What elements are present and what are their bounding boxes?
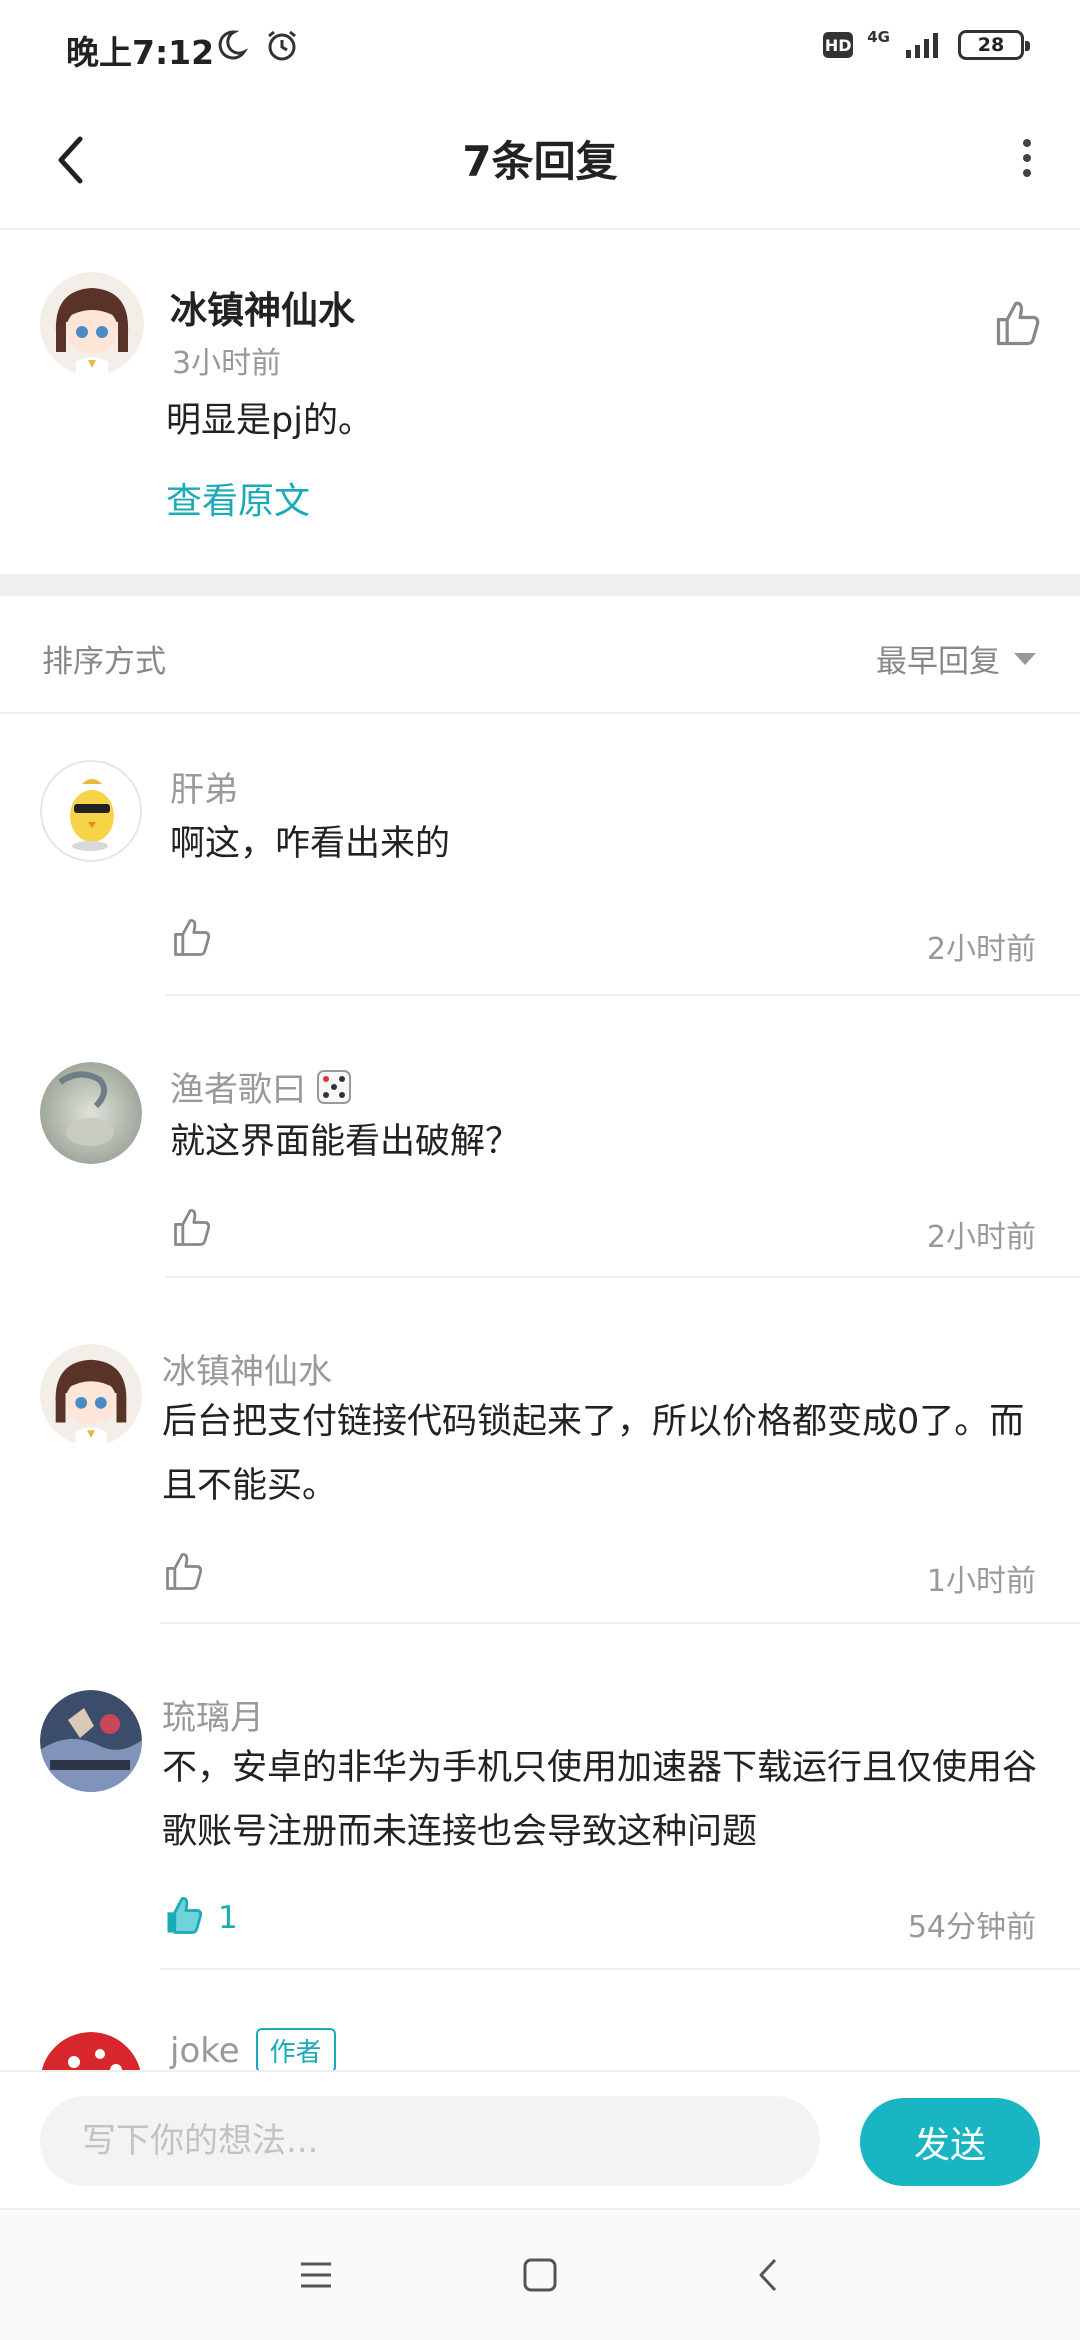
reply-time: 54分钟前	[907, 1910, 1036, 1945]
menu-nav-button[interactable]	[286, 2250, 346, 2300]
like-button[interactable]	[170, 916, 214, 960]
thumbs-up-icon	[996, 301, 1040, 346]
home-nav-button[interactable]	[510, 2250, 570, 2300]
reply-author-name[interactable]: 冰镇神仙水	[162, 1344, 332, 1393]
like-button[interactable]	[162, 1550, 206, 1594]
reply-item: 肝弟 啊这，咋看出来的 2小时前	[0, 714, 1080, 996]
reply-author-name[interactable]: 琉璃月	[162, 1690, 264, 1739]
anime-scene-avatar-icon	[40, 1690, 142, 1792]
reply-text: 后台把支付链接代码锁起来了，所以价格都变成0了。而且不能买。	[162, 1402, 1025, 1506]
hd-badge: HD	[823, 32, 854, 58]
like-button[interactable]	[170, 1206, 214, 1250]
reply-text: 啊这，咋看出来的	[170, 824, 451, 864]
more-button[interactable]	[1012, 128, 1042, 188]
like-button[interactable]	[162, 1894, 206, 1938]
chick-sunglasses-avatar-icon	[40, 760, 142, 862]
misty-landscape-avatar-icon	[40, 1062, 142, 1164]
thumbs-up-filled-icon	[167, 1897, 203, 1934]
original-comment: 冰镇神仙水 3小时前 明显是pj的。 查看原文	[0, 232, 1080, 574]
system-nav-bar	[0, 2212, 1080, 2340]
avatar[interactable]	[40, 760, 142, 862]
battery-indicator: 28	[958, 30, 1030, 60]
dice-icon	[317, 1069, 351, 1104]
status-bar: 晚上7:12 HD 4G 28	[0, 0, 1080, 90]
reply-time: 1小时前	[926, 1564, 1036, 1599]
header: 7条回复	[0, 90, 1080, 230]
avatar[interactable]	[40, 1344, 142, 1446]
reply-time: 2小时前	[926, 932, 1036, 967]
reply-text: 不，安卓的非华为手机只使用加速器下载运行且仅使用谷歌账号注册而未连接也会导致这种…	[162, 1748, 1038, 1852]
back-chevron-icon	[759, 2258, 777, 2292]
avatar[interactable]	[40, 1690, 142, 1792]
reply-item: 冰镇神仙水 后台把支付链接代码锁起来了，所以价格都变成0了。而且不能买。 1小时…	[0, 1278, 1080, 1624]
reply-item: 渔者歌曰 就这界面能看出破解？ 2小时前	[0, 996, 1080, 1278]
avatar[interactable]	[40, 272, 144, 376]
dropdown-triangle-icon	[1014, 652, 1036, 665]
avatar[interactable]	[40, 1062, 142, 1164]
anime-girl-avatar-icon	[40, 1344, 142, 1446]
like-button[interactable]	[992, 298, 1044, 350]
network-label: 4G	[867, 28, 890, 46]
author-badge: 作者	[255, 2028, 336, 2070]
more-vertical-icon	[1023, 139, 1031, 177]
thumbs-up-icon	[166, 1553, 203, 1590]
reply-item: 琉璃月 不，安卓的非华为手机只使用加速器下载运行且仅使用谷歌账号注册而未连接也会…	[0, 1624, 1080, 1970]
post-time: 3小时前	[172, 346, 282, 381]
comment-input-bar: 发送	[0, 2070, 1080, 2210]
avatar[interactable]	[40, 2032, 142, 2070]
reply-author-name[interactable]: 渔者歌曰	[170, 1062, 354, 1111]
author-name[interactable]: 冰镇神仙水	[170, 280, 355, 334]
reply-author-name[interactable]: 肝弟	[170, 762, 238, 811]
status-time: 晚上7:12	[66, 33, 215, 72]
view-original-link[interactable]: 查看原文	[166, 472, 310, 524]
alarm-icon	[268, 30, 296, 61]
thumbs-up-icon	[174, 919, 211, 956]
reply-author-name[interactable]: joke 作者	[170, 2028, 336, 2070]
sort-bar: 排序方式 最早回复	[0, 596, 1080, 714]
anime-girl-avatar-icon	[40, 272, 144, 376]
sort-label: 排序方式	[42, 644, 166, 680]
reply-text: 就这界面能看出破解？	[170, 1122, 521, 1162]
comment-text: 明显是pj的。	[166, 401, 373, 441]
sort-dropdown[interactable]: 最早回复	[876, 636, 1036, 681]
sort-selected-value: 最早回复	[876, 644, 1000, 680]
page-title: 7条回复	[462, 137, 618, 186]
menu-icon	[301, 2262, 331, 2288]
thumbs-up-icon	[174, 1209, 211, 1246]
moon-icon	[218, 30, 248, 60]
reply-item: joke 作者	[0, 1970, 1080, 2070]
signal-icon	[906, 33, 938, 58]
reply-time: 2小时前	[926, 1220, 1036, 1255]
section-divider	[0, 574, 1080, 596]
send-button[interactable]: 发送	[860, 2098, 1040, 2186]
like-count: 1	[218, 1900, 238, 1936]
back-nav-button[interactable]	[738, 2250, 798, 2300]
comment-input[interactable]	[40, 2096, 820, 2186]
red-character-avatar-icon	[41, 2032, 141, 2070]
home-square-icon	[523, 2258, 557, 2292]
